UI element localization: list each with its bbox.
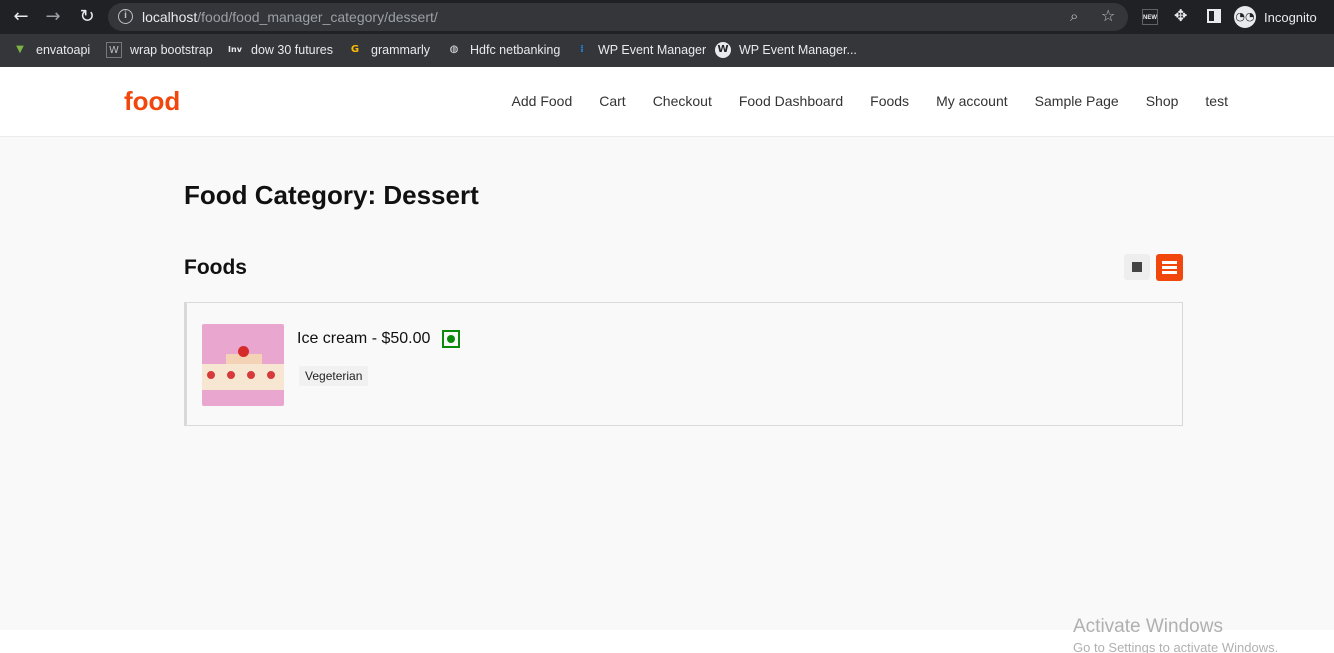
strawberry-slice [204,368,218,382]
nav-food-dashboard[interactable]: Food Dashboard [739,93,843,109]
bookmark-wp-event-manager[interactable]: ⁞ WP Event Manager [574,41,706,59]
bookmark-label: wrap bootstrap [130,43,213,57]
box-view-toggle[interactable] [1124,254,1150,280]
profile-menu[interactable]: ◔◔ Incognito [1234,5,1317,29]
globe-icon: ◍ [449,44,459,55]
url-path: /food/food_manager_category/dessert/ [197,9,438,25]
nav-cart[interactable]: Cart [599,93,625,109]
nav-sample-page[interactable]: Sample Page [1035,93,1119,109]
food-type-tag: Vegeterian [299,366,369,386]
side-panel-icon[interactable] [1207,9,1221,23]
site-header: food Add Food Cart Checkout Food Dashboa… [0,67,1334,137]
new-extension-icon[interactable]: NEW [1142,9,1158,25]
list-view-toggle[interactable] [1156,254,1183,281]
envato-icon: ▼ [16,44,24,55]
cake-slice-row [202,364,284,390]
bookmark-envatoapi[interactable]: ▼ envatoapi [12,41,90,59]
url-text[interactable]: localhost/food/food_manager_category/des… [142,9,438,25]
windows-watermark-subtitle: Go to Settings to activate Windows. [1073,640,1279,653]
strawberry-slice [264,368,278,382]
wrapbootstrap-icon: W [106,42,122,58]
nav-foods[interactable]: Foods [870,93,909,109]
zoom-icon[interactable]: ⌕ [1070,7,1078,25]
list-line [1162,271,1177,274]
veg-indicator-icon [442,330,460,348]
food-name-price[interactable]: Ice cream - $50.00 [297,330,430,348]
forward-arrow-icon[interactable]: → [42,6,64,28]
nav-my-account[interactable]: My account [936,93,1008,109]
bookmark-label: WP Event Manager... [739,43,857,57]
profile-label: Incognito [1264,9,1317,25]
reload-icon[interactable]: ↻ [76,6,98,28]
bookmark-hdfc-netbanking[interactable]: ◍ Hdfc netbanking [446,41,561,59]
bookmark-label: dow 30 futures [251,43,333,57]
nav-add-food[interactable]: Add Food [512,93,573,109]
browser-toolbar: ← → ↻ i localhost/food/food_manager_cate… [0,0,1334,34]
bookmark-star-icon[interactable]: ☆ [1101,6,1115,25]
wp-event-manager-icon: ⁞ [580,44,584,55]
strawberry-slice [224,368,238,382]
section-title: Foods [184,256,247,279]
site-logo[interactable]: food [124,86,180,117]
extensions-puzzle-icon[interactable]: ✥ [1174,6,1187,25]
bookmark-wp-event-manager-2[interactable]: W WP Event Manager... [715,41,857,59]
url-host: localhost [142,9,198,25]
food-thumbnail[interactable] [202,324,284,406]
bookmark-dow-30-futures[interactable]: Inv dow 30 futures [227,41,333,59]
incognito-icon: ◔◔ [1234,6,1256,28]
back-arrow-icon[interactable]: ← [10,6,32,28]
investing-icon: Inv [228,45,242,54]
bookmark-label: envatoapi [36,43,91,57]
bookmark-label: WP Event Manager [598,43,707,57]
address-bar[interactable]: i localhost/food/food_manager_category/d… [108,3,1128,31]
strawberry-slice [244,368,258,382]
nav-test[interactable]: test [1205,93,1228,109]
wordpress-icon: W [715,42,731,58]
windows-watermark-title: Activate Windows [1073,616,1223,637]
primary-nav: Add Food Cart Checkout Food Dashboard Fo… [512,93,1228,109]
bookmark-grammarly[interactable]: G grammarly [347,41,430,59]
list-line [1162,266,1177,269]
bookmark-label: Hdfc netbanking [470,43,561,57]
site-info-icon[interactable]: i [118,9,133,24]
food-list-item[interactable]: Ice cream - $50.00 Vegeterian [184,302,1183,426]
nav-shop[interactable]: Shop [1146,93,1179,109]
bookmark-label: grammarly [371,43,431,57]
bookmarks-bar: ▼ envatoapi W wrap bootstrap Inv dow 30 … [0,34,1334,67]
bookmark-wrap-bootstrap[interactable]: W wrap bootstrap [106,41,213,59]
strawberry [238,346,249,357]
list-line [1162,261,1177,264]
google-icon: G [350,44,360,55]
nav-checkout[interactable]: Checkout [653,93,712,109]
page-title: Food Category: Dessert [184,180,479,210]
